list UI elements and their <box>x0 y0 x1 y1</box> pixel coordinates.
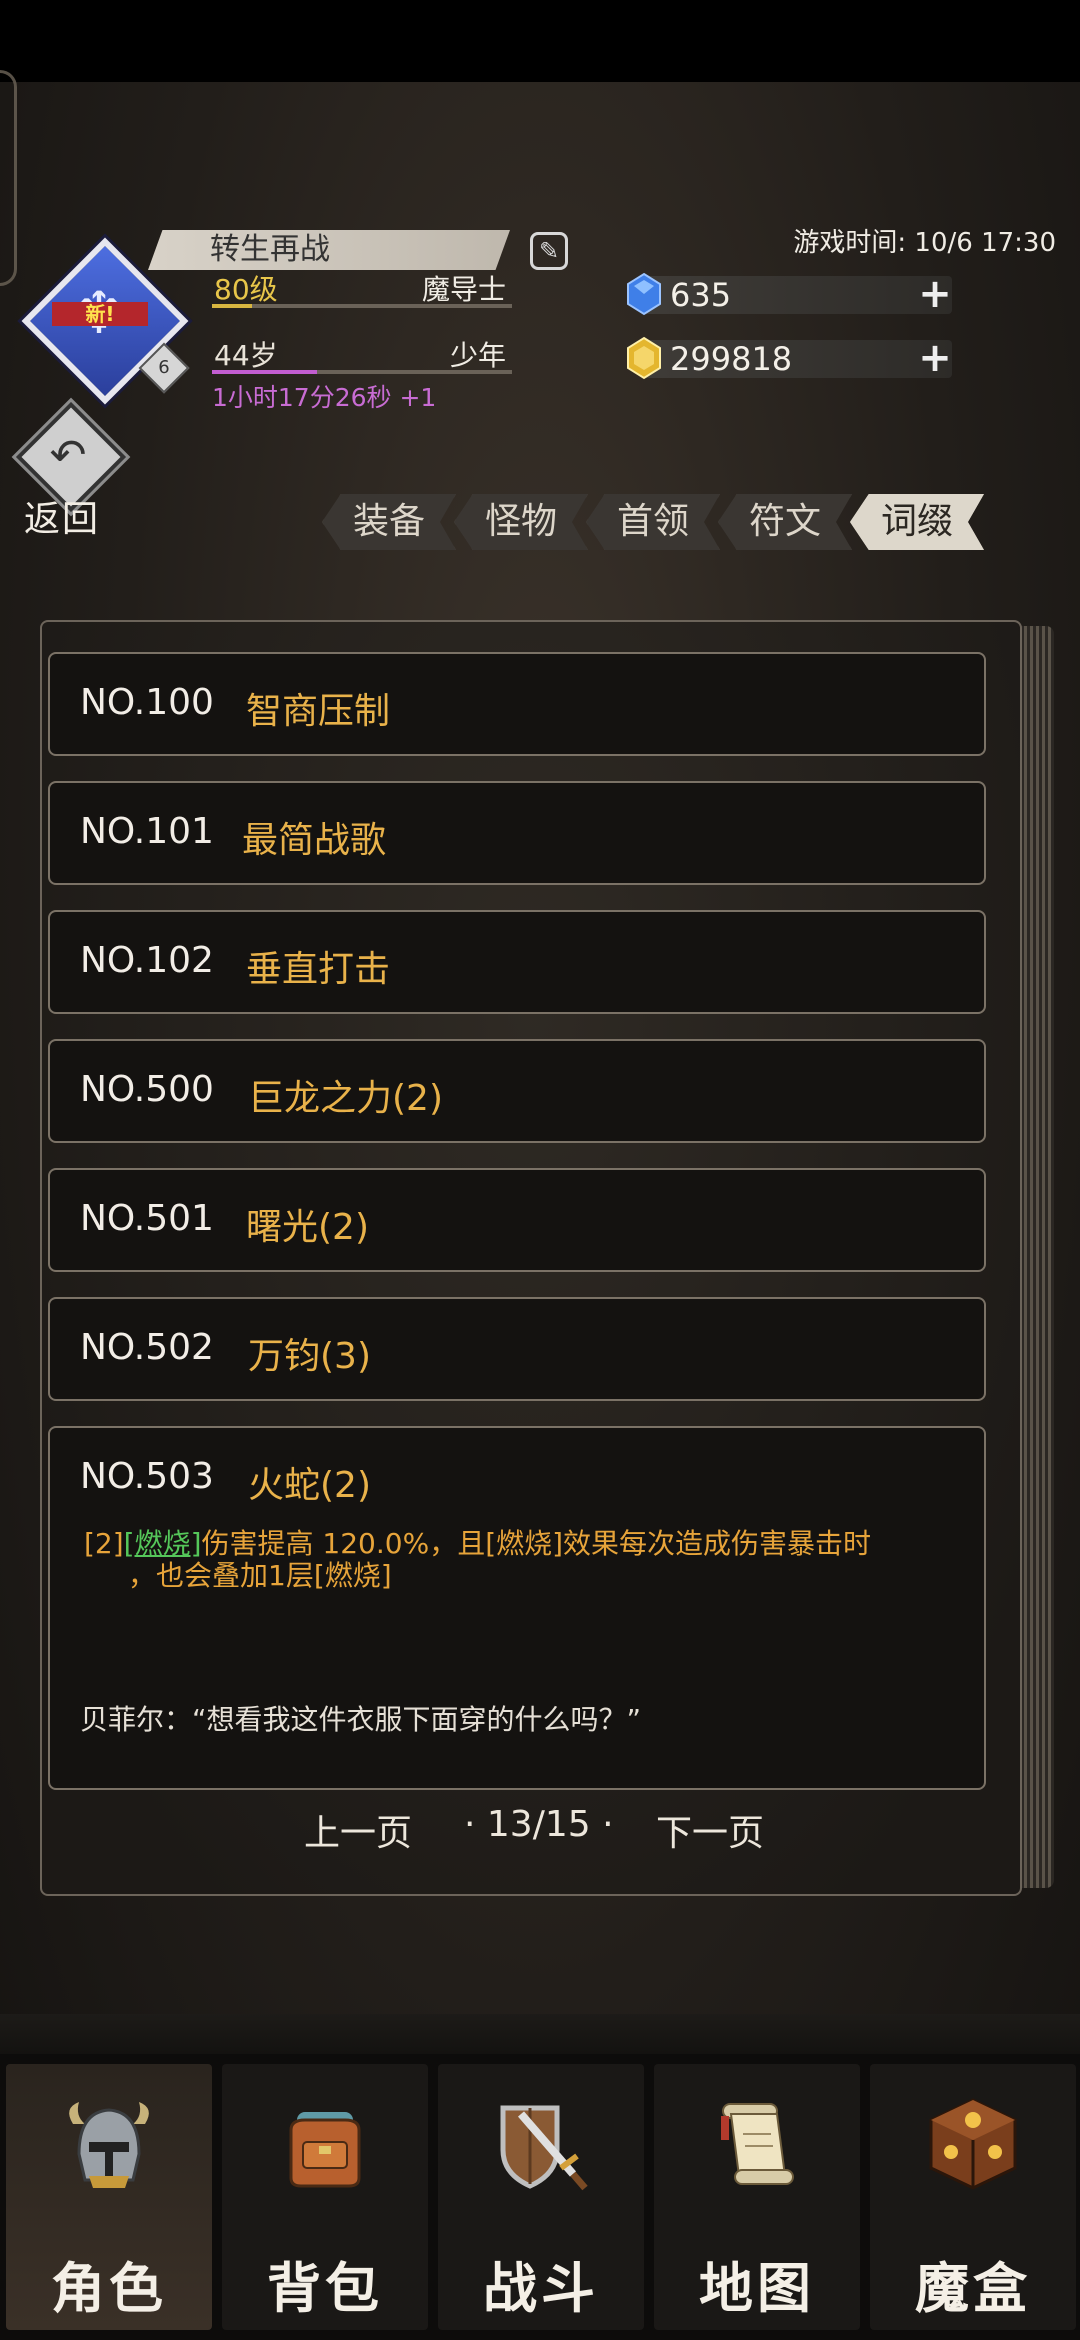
nav-magic-box[interactable]: 魔盒 <box>866 2054 1080 2340</box>
nav-character[interactable]: 角色 <box>2 2054 216 2340</box>
gem-counter: 635 + <box>624 272 954 316</box>
entry-number: NO.100 <box>80 682 214 723</box>
affix-entry[interactable]: NO.500 巨龙之力(2) <box>48 1039 986 1143</box>
tab-label: 符文 <box>748 501 821 542</box>
magic-box-icon <box>929 2098 1017 2190</box>
entry-name: 万钧(3) <box>248 1336 371 1377</box>
entry-name: 巨龙之力(2) <box>248 1078 443 1119</box>
affix-description: [2][燃烧]伤害提高 120.0%，且[燃烧]效果每次造成伤害暴击时 ，也会叠… <box>84 1528 964 1592</box>
affix-effect-line2: ，也会叠加1层[燃烧] <box>128 1559 392 1592</box>
edit-name-button[interactable]: ✎ <box>530 232 568 270</box>
level-row: 80级 魔导士 <box>212 268 512 308</box>
entry-number: NO.102 <box>80 940 214 981</box>
affix-entry[interactable]: NO.502 万钧(3) <box>48 1297 986 1401</box>
codex-tabs: 装备 怪物 首领 符文 词缀 <box>322 494 984 550</box>
nav-divider <box>0 2014 1080 2054</box>
player-age-stage: 少年 <box>449 339 506 372</box>
entry-number: NO.501 <box>80 1198 214 1239</box>
affix-effect-line1: 伤害提高 120.0%，且[燃烧]效果每次造成伤害暴击时 <box>201 1527 872 1560</box>
back-label: 返回 <box>24 499 101 540</box>
page-indicator: · 13/15 · <box>464 1804 614 1845</box>
entry-number: NO.502 <box>80 1327 214 1368</box>
scroll-map-icon <box>721 2103 794 2185</box>
tab-label: 词缀 <box>880 501 953 542</box>
status-bar <box>0 0 1080 82</box>
rank-value: 6 <box>158 357 170 378</box>
back-button[interactable]: ↶ 返回 <box>14 401 127 542</box>
side-frame-decoration <box>0 70 17 286</box>
blue-gem-icon <box>627 272 661 316</box>
bottom-navigation: 角色 背包 战斗 地图 魔盒 <box>0 2054 1080 2340</box>
next-page-button[interactable]: 下一页 <box>656 1804 764 1856</box>
entry-number: NO.503 <box>80 1456 214 1497</box>
game-time: 游戏时间: 10/6 17:30 <box>793 228 1056 258</box>
affix-entry[interactable]: NO.501 曙光(2) <box>48 1168 986 1272</box>
affix-entry[interactable]: NO.100 智商压制 <box>48 652 986 756</box>
add-gold-button[interactable]: + <box>918 338 952 378</box>
age-bar-fill <box>212 370 317 374</box>
tab-bosses[interactable]: 首领 <box>586 494 720 550</box>
entry-number: NO.500 <box>80 1069 214 1110</box>
play-time: 1小时17分26秒 +1 <box>212 383 437 412</box>
affix-tier: [2] <box>84 1527 124 1560</box>
backpack-icon <box>289 2112 361 2188</box>
pagination: 上一页 · 13/15 · 下一页 <box>40 1804 1018 1854</box>
tab-monsters[interactable]: 怪物 <box>454 494 588 550</box>
entry-number: NO.101 <box>80 811 214 852</box>
entry-name: 智商压制 <box>246 691 391 732</box>
nav-battle[interactable]: 战斗 <box>434 2054 648 2340</box>
helmet-icon <box>69 2102 149 2188</box>
affix-entry[interactable]: NO.101 最简战歌 <box>48 781 986 885</box>
return-arrow-icon: ↶ <box>49 430 87 481</box>
burn-keyword-link[interactable]: [燃烧] <box>124 1527 202 1560</box>
gold-crystal-icon <box>627 336 661 380</box>
entry-name: 火蛇(2) <box>248 1465 371 1506</box>
sword-shield-icon <box>500 2105 588 2191</box>
edit-icon: ✎ <box>538 237 560 265</box>
tab-label: 怪物 <box>484 501 557 542</box>
age-row: 44岁 少年 <box>212 334 512 374</box>
affix-entry-expanded[interactable]: NO.503 火蛇(2) [2][燃烧]伤害提高 120.0%，且[燃烧]效果每… <box>48 1426 986 1790</box>
add-gems-button[interactable]: + <box>918 274 952 314</box>
player-age: 44岁 <box>214 339 278 372</box>
tab-label: 装备 <box>352 501 425 542</box>
player-class: 魔导士 <box>421 273 506 306</box>
entry-name: 最简战歌 <box>242 820 387 861</box>
prev-page-button[interactable]: 上一页 <box>304 1804 412 1856</box>
level-bar-track <box>212 304 512 308</box>
nav-label: 战斗 <box>483 2257 599 2320</box>
nav-label: 地图 <box>699 2257 815 2320</box>
gold-counter: 299818 + <box>624 336 954 380</box>
level-bar-fill <box>212 304 252 308</box>
player-level: 80级 <box>214 273 278 306</box>
new-badge: 新! <box>52 302 148 326</box>
tab-affixes[interactable]: 词缀 <box>850 494 984 550</box>
entry-name: 垂直打击 <box>246 949 391 990</box>
affix-flavor-quote: 贝菲尔：“想看我这件衣服下面穿的什么吗？” <box>80 1703 642 1736</box>
nav-backpack[interactable]: 背包 <box>218 2054 432 2340</box>
entry-name: 曙光(2) <box>246 1207 369 1248</box>
tab-equipment[interactable]: 装备 <box>322 494 456 550</box>
book-page-edge <box>1018 626 1054 1888</box>
affix-entry[interactable]: NO.102 垂直打击 <box>48 910 986 1014</box>
nav-label: 魔盒 <box>915 2257 1031 2320</box>
tab-runes[interactable]: 符文 <box>718 494 852 550</box>
player-name: 转生再战 <box>148 230 510 270</box>
gem-count: 635 <box>670 276 732 314</box>
gold-count: 299818 <box>670 340 793 378</box>
nav-map[interactable]: 地图 <box>650 2054 864 2340</box>
nav-label: 背包 <box>267 2257 383 2320</box>
nav-label: 角色 <box>51 2257 167 2320</box>
tab-label: 首领 <box>616 501 689 542</box>
